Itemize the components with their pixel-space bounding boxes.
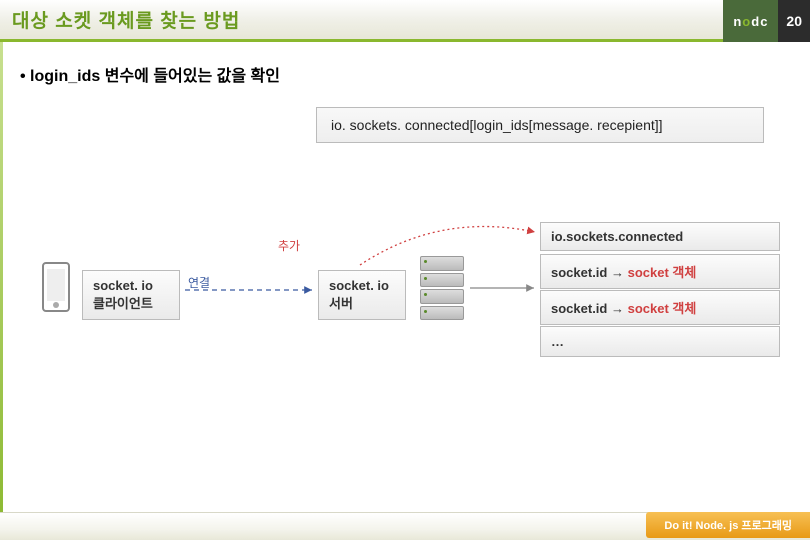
map1-key: socket.id [551,265,607,280]
label-add: 추가 [278,237,300,254]
server-unit [420,256,464,271]
label-connect: 연결 [188,274,210,291]
logo-text-o: o [742,14,751,29]
map2-val: socket 객체 [628,301,697,316]
client-line1: socket. io [93,278,169,293]
map-row-ellipsis: … [540,326,780,357]
logo-text-rest: dc [751,14,768,29]
socket-diagram: 추가 연결 socket. io 클라이언트 socket. io 서버 io.… [20,192,790,412]
server-box: socket. io 서버 [318,270,406,320]
bullet-point: • login_ids 변수에 들어있는 값을 확인 [20,62,790,86]
map1-arrow: → [611,265,624,280]
server-unit [420,306,464,321]
footer-badge: Do it! Node. js 프로그래밍 [646,512,810,538]
slide-header: 대상 소켓 객체를 찾는 방법 nodc 20 [0,0,810,42]
slide-footer: Do it! Node. js 프로그래밍 [0,512,810,540]
client-box: socket. io 클라이언트 [82,270,180,320]
code-snippet: io. sockets. connected[login_ids[message… [316,107,764,143]
client-line2: 클라이언트 [93,293,169,312]
logo-text-n: n [733,14,742,29]
map2-arrow: → [611,301,624,316]
server-rack-icon [420,256,464,320]
map2-key: socket.id [551,301,607,316]
server-line1: socket. io [329,278,395,293]
node-logo: nodc [723,0,778,42]
slide-content: • login_ids 변수에 들어있는 값을 확인 io. sockets. … [0,42,810,86]
server-unit [420,289,464,304]
left-accent-bar [0,42,3,540]
server-line2: 서버 [329,293,395,312]
page-number: 20 [778,0,810,42]
slide-title: 대상 소켓 객체를 찾는 방법 [12,6,240,33]
map-row-1: socket.id → socket 객체 [540,254,780,289]
phone-icon [42,262,70,312]
map1-val: socket 객체 [628,265,697,280]
header-right: nodc 20 [723,0,810,42]
connected-header: io.sockets.connected [540,222,780,251]
server-unit [420,273,464,288]
map-row-2: socket.id → socket 객체 [540,290,780,325]
